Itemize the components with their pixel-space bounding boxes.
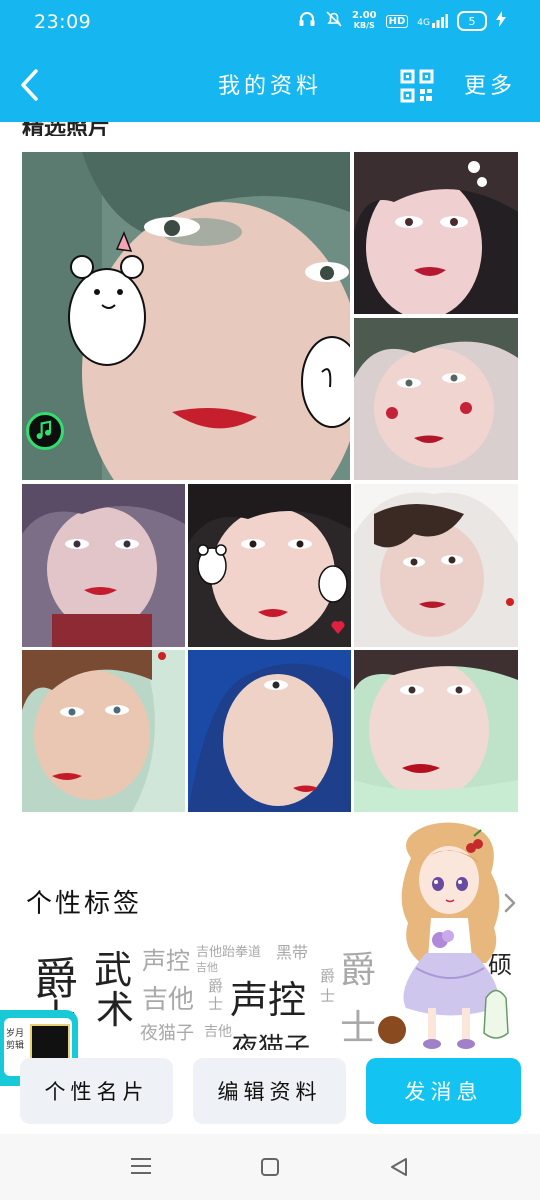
network-speed: 2.00 KB/S bbox=[352, 11, 377, 31]
tag: 术 bbox=[96, 988, 135, 1032]
qr-code-icon bbox=[400, 69, 434, 103]
photos-section-title: 精选照片 bbox=[22, 122, 111, 136]
home-square-icon bbox=[261, 1158, 279, 1176]
qr-code-button[interactable] bbox=[400, 69, 434, 103]
tag: 爵 bbox=[340, 950, 377, 991]
tag: 士 bbox=[208, 995, 224, 1013]
mini-card-text-line: 岁月 bbox=[6, 1029, 25, 1039]
home-button[interactable] bbox=[260, 1157, 280, 1181]
menu-icon bbox=[131, 1158, 151, 1174]
tags-section-title: 个性标签 bbox=[26, 889, 143, 919]
photo-7[interactable] bbox=[22, 650, 185, 812]
photo-main[interactable] bbox=[22, 152, 350, 480]
page-title: 我的资料 bbox=[217, 74, 322, 99]
photo-4[interactable] bbox=[22, 484, 185, 647]
tag: 夜猫子 bbox=[232, 1033, 311, 1050]
tag: 士 bbox=[320, 987, 336, 1005]
portrait-image bbox=[354, 152, 518, 314]
portrait-image bbox=[354, 318, 518, 480]
photo-5[interactable] bbox=[188, 484, 351, 647]
headphones-icon bbox=[298, 11, 316, 31]
photo-6[interactable] bbox=[354, 484, 518, 647]
tag: 爵 bbox=[320, 967, 336, 985]
music-note-icon bbox=[36, 420, 52, 439]
bottom-action-bar: 个性名片 编辑资料 发消息 bbox=[0, 1048, 540, 1134]
status-bar: 23:09 2.00 KB/S HD 4G 5 bbox=[0, 0, 540, 48]
send-message-button[interactable]: 发消息 bbox=[366, 1058, 521, 1124]
profile-card-button[interactable]: 个性名片 bbox=[20, 1058, 173, 1124]
photos-section-header: 精选照片 bbox=[22, 122, 518, 136]
portrait-image bbox=[188, 650, 351, 812]
menu-button[interactable] bbox=[130, 1156, 152, 1180]
portrait-image bbox=[354, 484, 518, 647]
tag: 吉他 bbox=[142, 985, 195, 1015]
more-button[interactable]: 更多 bbox=[464, 68, 516, 100]
battery-icon: 5 bbox=[457, 11, 487, 31]
status-time: 23:09 bbox=[34, 11, 92, 33]
tag: 吉他 bbox=[196, 961, 218, 974]
network-speed-unit: KB/S bbox=[353, 21, 375, 30]
decorative-character bbox=[376, 818, 526, 1063]
network-speed-value: 2.00 bbox=[351, 10, 377, 21]
photo-8[interactable] bbox=[188, 650, 351, 812]
music-note-button[interactable] bbox=[26, 412, 64, 450]
portrait-image bbox=[354, 650, 518, 812]
tag: 吉他 bbox=[204, 1024, 232, 1040]
signal-icon: 4G bbox=[417, 14, 448, 28]
back-nav-button[interactable] bbox=[388, 1156, 410, 1182]
back-triangle-icon bbox=[391, 1158, 407, 1176]
charging-icon bbox=[496, 11, 506, 31]
tag: 声控 bbox=[142, 947, 190, 975]
tag: 声控 bbox=[230, 978, 307, 1022]
photo-grid bbox=[22, 152, 518, 812]
photo-3[interactable] bbox=[354, 318, 518, 480]
photo-9[interactable] bbox=[354, 650, 518, 812]
status-icons: 2.00 KB/S HD 4G 5 bbox=[298, 10, 506, 32]
tag: 士 bbox=[340, 1008, 377, 1049]
portrait-image bbox=[22, 650, 185, 812]
portrait-image bbox=[188, 484, 351, 647]
tag: 夜猫子 bbox=[140, 1023, 194, 1044]
tag: 黑带 bbox=[276, 943, 309, 962]
system-navigation-bar bbox=[0, 1134, 540, 1200]
hd-badge: HD bbox=[385, 14, 409, 28]
photo-2[interactable] bbox=[354, 152, 518, 314]
signal-label: 4G bbox=[417, 18, 430, 28]
mute-bell-icon bbox=[325, 10, 343, 32]
nav-bar: 我的资料 更多 bbox=[0, 48, 540, 122]
portrait-image bbox=[22, 152, 350, 480]
tag: 吉他跆拳道 bbox=[196, 945, 262, 960]
portrait-image bbox=[22, 484, 185, 647]
edit-profile-button[interactable]: 编辑资料 bbox=[193, 1058, 346, 1124]
anime-girl-illustration bbox=[378, 822, 509, 1049]
battery-level: 5 bbox=[468, 14, 476, 28]
